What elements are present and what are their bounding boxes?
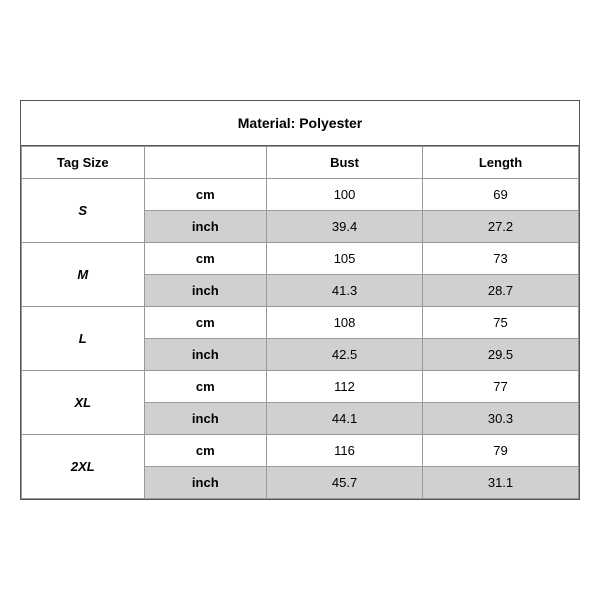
unit-cell-inch: inch xyxy=(144,339,267,371)
length-cell-inch: 31.1 xyxy=(423,467,579,499)
unit-cell-cm: cm xyxy=(144,307,267,339)
unit-cell-inch: inch xyxy=(144,403,267,435)
length-cell-cm: 75 xyxy=(423,307,579,339)
length-cell-cm: 79 xyxy=(423,435,579,467)
bust-cell-inch: 42.5 xyxy=(267,339,423,371)
table-header-row: Tag Size Bust Length xyxy=(22,147,579,179)
bust-cell-inch: 45.7 xyxy=(267,467,423,499)
size-chart: Material: Polyester Tag Size Bust Length… xyxy=(20,100,580,500)
bust-cell-cm: 100 xyxy=(267,179,423,211)
bust-cell-cm: 108 xyxy=(267,307,423,339)
bust-cell-cm: 112 xyxy=(267,371,423,403)
length-cell-cm: 69 xyxy=(423,179,579,211)
bust-cell-cm: 105 xyxy=(267,243,423,275)
unit-cell-cm: cm xyxy=(144,435,267,467)
size-cell: M xyxy=(22,243,145,307)
table-row: Lcm10875 xyxy=(22,307,579,339)
bust-cell-inch: 39.4 xyxy=(267,211,423,243)
table-row: 2XLcm11679 xyxy=(22,435,579,467)
material-header: Material: Polyester xyxy=(21,101,579,146)
table-row: Scm10069 xyxy=(22,179,579,211)
size-cell: L xyxy=(22,307,145,371)
col-length: Length xyxy=(423,147,579,179)
size-cell: XL xyxy=(22,371,145,435)
col-bust: Bust xyxy=(267,147,423,179)
col-tag-size: Tag Size xyxy=(22,147,145,179)
unit-cell-inch: inch xyxy=(144,211,267,243)
length-cell-inch: 28.7 xyxy=(423,275,579,307)
length-cell-inch: 27.2 xyxy=(423,211,579,243)
table-row: Mcm10573 xyxy=(22,243,579,275)
unit-cell-inch: inch xyxy=(144,467,267,499)
bust-cell-inch: 41.3 xyxy=(267,275,423,307)
length-cell-inch: 29.5 xyxy=(423,339,579,371)
unit-cell-inch: inch xyxy=(144,275,267,307)
col-unit xyxy=(144,147,267,179)
length-cell-cm: 77 xyxy=(423,371,579,403)
bust-cell-cm: 116 xyxy=(267,435,423,467)
unit-cell-cm: cm xyxy=(144,243,267,275)
size-table: Tag Size Bust Length Scm10069inch39.427.… xyxy=(21,146,579,499)
material-label: Material: Polyester xyxy=(238,115,363,131)
length-cell-cm: 73 xyxy=(423,243,579,275)
size-cell: 2XL xyxy=(22,435,145,499)
table-row: XLcm11277 xyxy=(22,371,579,403)
length-cell-inch: 30.3 xyxy=(423,403,579,435)
unit-cell-cm: cm xyxy=(144,179,267,211)
size-cell: S xyxy=(22,179,145,243)
bust-cell-inch: 44.1 xyxy=(267,403,423,435)
unit-cell-cm: cm xyxy=(144,371,267,403)
